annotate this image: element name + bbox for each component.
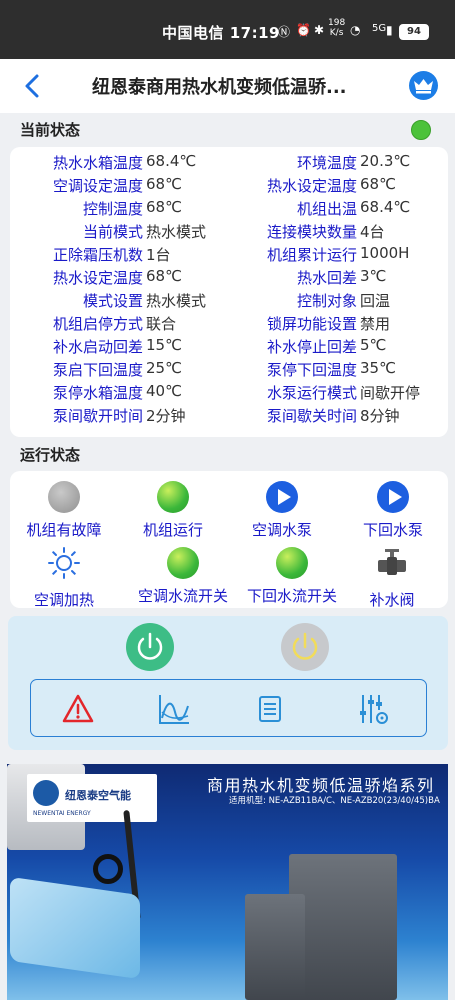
list-icon[interactable] — [253, 692, 287, 726]
power-on-button[interactable] — [126, 623, 174, 671]
brand-logo: 纽恩泰空气能 NEWENTAI ENERGY — [27, 774, 157, 822]
gray-indicator-icon — [48, 481, 80, 513]
status-row: 热水设定温度 68℃ 热水回差 3℃ — [52, 267, 387, 287]
status-row: 控制温度 68℃ 机组出温 68.4℃ — [82, 198, 411, 218]
run-item-makeup-valve: 补水阀 — [332, 547, 452, 610]
settings-icon[interactable] — [356, 692, 390, 726]
run-item-ac-pump: 空调水泵 — [222, 481, 342, 540]
chart-icon[interactable] — [157, 692, 191, 726]
run-status-title: 运行状态 — [20, 446, 81, 464]
run-item-unit-running: 机组运行 — [113, 481, 233, 540]
green-indicator-icon — [157, 481, 189, 513]
banner-subtitle: 适用机型: NE-AZB11BA/C、NE-AZB20(23/40/45)BA — [229, 796, 440, 806]
crown-icon[interactable] — [409, 71, 438, 100]
status-row: 正除霜压机数 1台 机组累计运行 1000H — [52, 244, 410, 264]
power-icon — [137, 632, 163, 660]
function-toolbar — [30, 679, 427, 737]
status-row: 补水启动回差 15℃ 补水停止回差 5℃ — [52, 336, 387, 356]
online-status-indicator — [411, 120, 431, 140]
run-item-return-pump: 下回水泵 — [333, 481, 453, 540]
valve-icon — [378, 549, 406, 575]
back-icon[interactable] — [20, 72, 46, 100]
pump-icon — [266, 481, 298, 513]
bluetooth-icon: ✱ — [314, 23, 325, 37]
run-item-ac-flow-switch: 空调水流开关 — [123, 547, 243, 606]
status-row: 当前模式 热水模式 连接模块数量 4台 — [82, 223, 385, 241]
status-row: 机组启停方式 联合 锁屏功能设置 禁用 — [52, 315, 391, 333]
green-indicator-icon — [276, 547, 308, 579]
status-bar: 中国电信 17:19 Ⓝ ⏰ ✱ 198 K/s ◔ 5G ▮ 94 — [0, 0, 455, 59]
status-row: 空调设定温度 68℃ 热水设定温度 68℃ — [52, 175, 396, 195]
product-banner: 纽恩泰空气能 NEWENTAI ENERGY 商用热水机变频低温骄焰系列 适用机… — [7, 764, 448, 1000]
run-status-card: 机组有故障 机组运行 空调水泵 下回水泵 空调加热 空调水流开关 下回水流开关 — [10, 471, 448, 609]
heat-pump-unit-image — [337, 854, 397, 1000]
app-header: 纽恩泰商用热水机变频低温骄... — [0, 59, 455, 113]
banner-title: 商用热水机变频低温骄焰系列 — [207, 776, 435, 795]
current-status-title: 当前状态 — [20, 121, 81, 139]
alarm-icon[interactable] — [61, 692, 95, 726]
green-indicator-icon — [167, 547, 199, 579]
run-item-fault: 机组有故障 — [4, 481, 124, 540]
pump-icon — [377, 481, 409, 513]
cable-image — [93, 854, 123, 884]
power-off-button[interactable] — [281, 623, 329, 671]
status-row: 热水水箱温度 68.4℃ 环境温度 20.3℃ — [52, 152, 411, 172]
sun-icon — [48, 547, 80, 579]
wifi-icon: ◔ — [350, 23, 361, 37]
run-item-ac-heating: 空调加热 — [4, 547, 124, 610]
signal-icon: ▮ — [386, 23, 393, 37]
nfc-icon: Ⓝ — [278, 25, 291, 39]
battery-icon: 94 — [399, 24, 429, 40]
current-status-card: 热水水箱温度 68.4℃ 环境温度 20.3℃ 空调设定温度 68℃ 热水设定温度 68… — [10, 147, 448, 437]
status-row: 泵启下回温度 25℃ 泵停下回温度 35℃ — [52, 359, 396, 379]
page-title: 纽恩泰商用热水机变频低温骄... — [92, 77, 347, 98]
power-icon — [292, 632, 318, 660]
status-row: 泵间歇开时间 2分钟 泵间歇关时间 8分钟 — [52, 407, 400, 425]
network-type: 5G — [372, 23, 387, 34]
carrier-time: 中国电信 17:19 — [162, 24, 280, 42]
logo-mark — [33, 780, 59, 806]
status-row: 模式设置 热水模式 控制对象 回温 — [82, 292, 391, 310]
alarm-clock-icon: ⏰ — [296, 23, 311, 37]
network-speed: 198 K/s — [328, 18, 346, 38]
heat-pump-unit-image — [245, 894, 305, 1000]
gateway-device-image — [10, 876, 140, 980]
status-row: 泵停水箱温度 40℃ 水泵运行模式 间歇开停 — [52, 382, 421, 402]
